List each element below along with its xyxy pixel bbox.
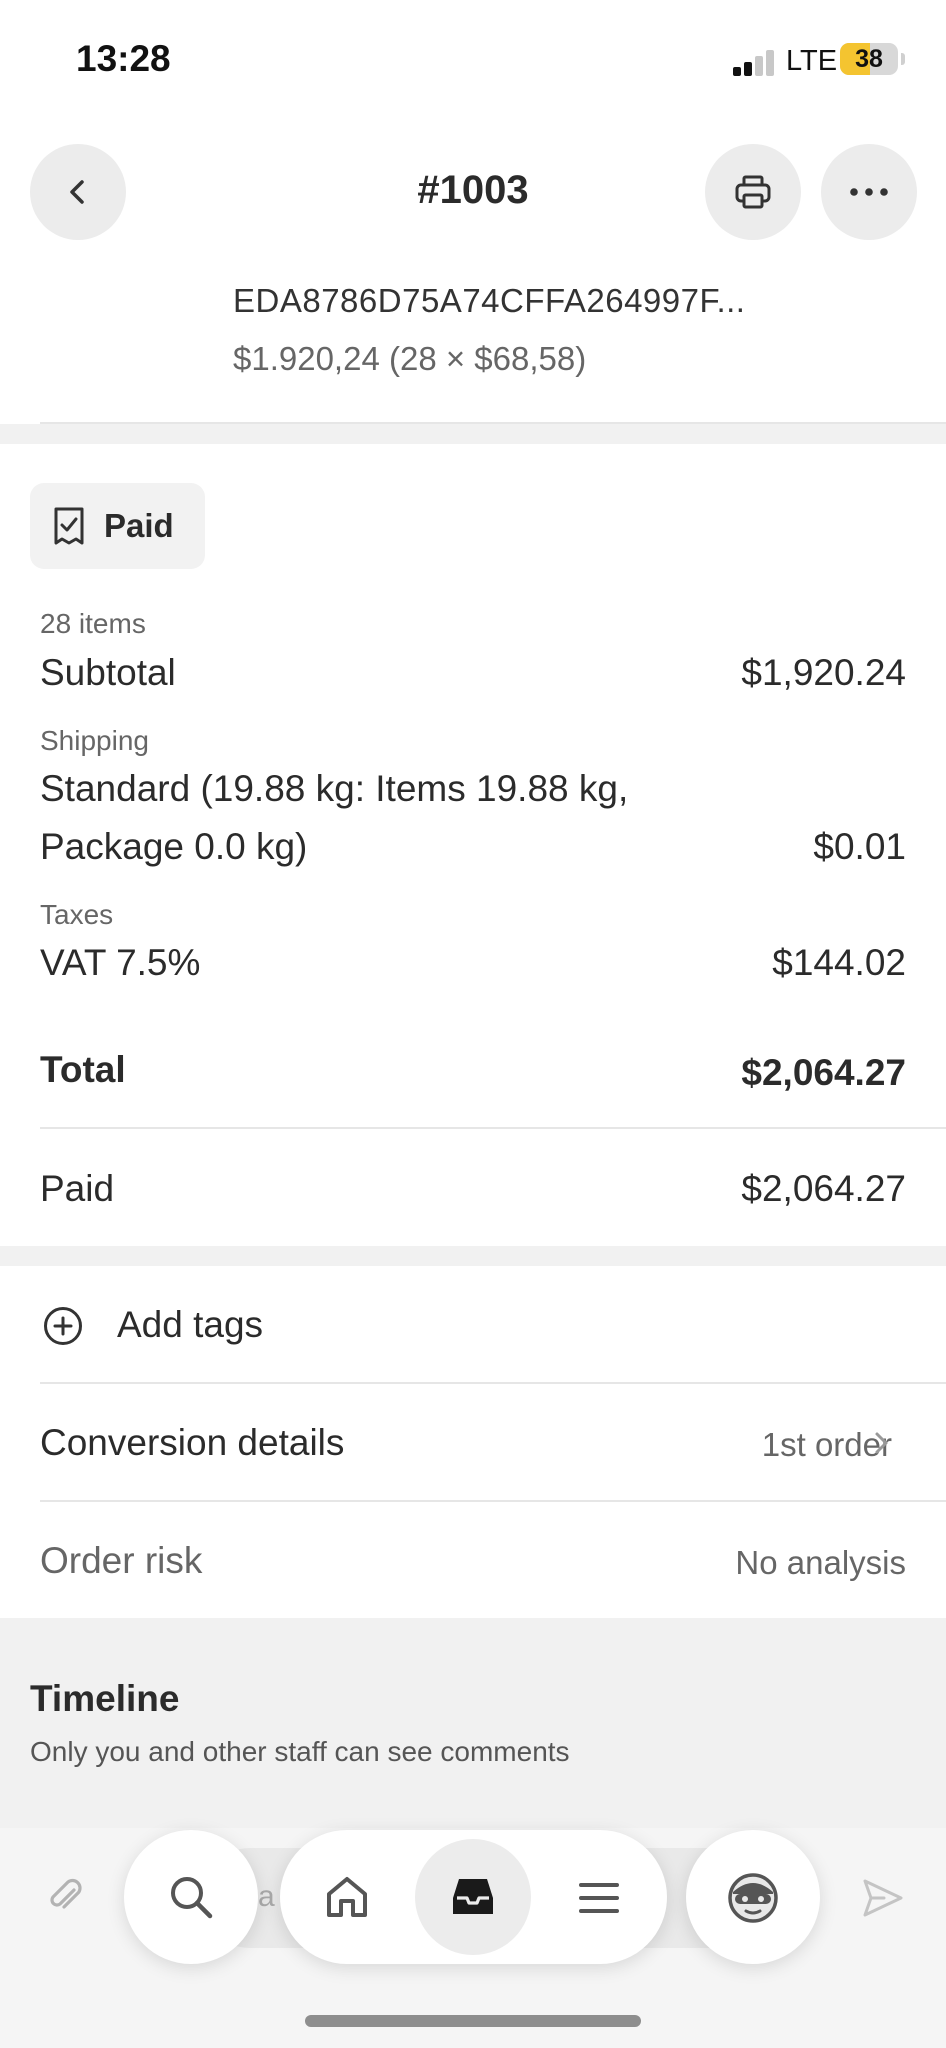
section-separator bbox=[0, 424, 946, 444]
menu-icon[interactable] bbox=[574, 1873, 624, 1923]
add-tags-label: Add tags bbox=[117, 1304, 264, 1345]
network-type: LTE bbox=[786, 45, 838, 77]
subtotal-value: $1,920.24 bbox=[741, 652, 906, 693]
paid-value: $2,064.27 bbox=[741, 1168, 906, 1209]
order-risk-label: Order risk bbox=[40, 1540, 203, 1581]
shipping-method-line2: Package 0.0 kg) bbox=[40, 826, 308, 867]
total-value: $2,064.27 bbox=[741, 1052, 906, 1093]
paid-label: Paid bbox=[40, 1168, 115, 1209]
timeline-section bbox=[0, 1618, 946, 1828]
battery-icon: 38 bbox=[840, 43, 898, 75]
send-icon[interactable] bbox=[860, 1875, 906, 1921]
timeline-title: Timeline bbox=[30, 1678, 180, 1719]
status-bar: 13:28 LTE 38 bbox=[0, 0, 946, 120]
timeline-subtitle: Only you and other staff can see comment… bbox=[30, 1736, 570, 1767]
inbox-icon[interactable] bbox=[448, 1872, 498, 1922]
home-indicator bbox=[305, 2015, 641, 2027]
print-button[interactable] bbox=[705, 144, 801, 240]
battery-nub bbox=[901, 53, 905, 65]
line-item-id[interactable]: EDA8786D75A74CFFA264997F... bbox=[233, 282, 745, 320]
divider bbox=[40, 1127, 946, 1129]
receipt-check-icon bbox=[54, 507, 84, 545]
conversion-details-label: Conversion details bbox=[40, 1422, 345, 1463]
tax-line-label: VAT 7.5% bbox=[40, 942, 201, 983]
home-icon[interactable] bbox=[322, 1873, 372, 1923]
page-title: #1003 bbox=[417, 168, 529, 212]
shipping-label: Shipping bbox=[40, 725, 149, 756]
divider bbox=[40, 1382, 946, 1384]
battery-level: 38 bbox=[855, 45, 883, 73]
taxes-label: Taxes bbox=[40, 899, 114, 930]
user-avatar-icon bbox=[728, 1873, 778, 1923]
paperclip-icon[interactable] bbox=[44, 1876, 86, 1918]
section-separator bbox=[0, 1246, 946, 1266]
more-button[interactable] bbox=[821, 144, 917, 240]
comment-placeholder: a bbox=[258, 1880, 275, 1913]
divider bbox=[40, 1500, 946, 1502]
order-risk-value: No analysis bbox=[735, 1544, 906, 1581]
status-badge: Paid bbox=[30, 483, 205, 569]
plus-circle-icon bbox=[44, 1307, 82, 1345]
search-icon bbox=[171, 1877, 213, 1919]
shipping-method-line1: Standard (19.88 kg: Items 19.88 kg, bbox=[40, 768, 629, 809]
tax-value: $144.02 bbox=[772, 942, 906, 983]
chevron-right-icon bbox=[875, 1432, 888, 1454]
signal-icon bbox=[733, 50, 775, 76]
total-label: Total bbox=[40, 1049, 126, 1090]
printer-icon bbox=[735, 175, 771, 209]
status-badge-label: Paid bbox=[104, 507, 174, 544]
ellipsis-icon bbox=[850, 188, 888, 196]
subtotal-label: Subtotal bbox=[40, 652, 176, 693]
status-time: 13:28 bbox=[76, 38, 171, 79]
line-item-price: $1.920,24 (28 × $68,58) bbox=[233, 340, 587, 377]
items-count: 28 items bbox=[40, 608, 146, 639]
shipping-value: $0.01 bbox=[813, 826, 906, 867]
